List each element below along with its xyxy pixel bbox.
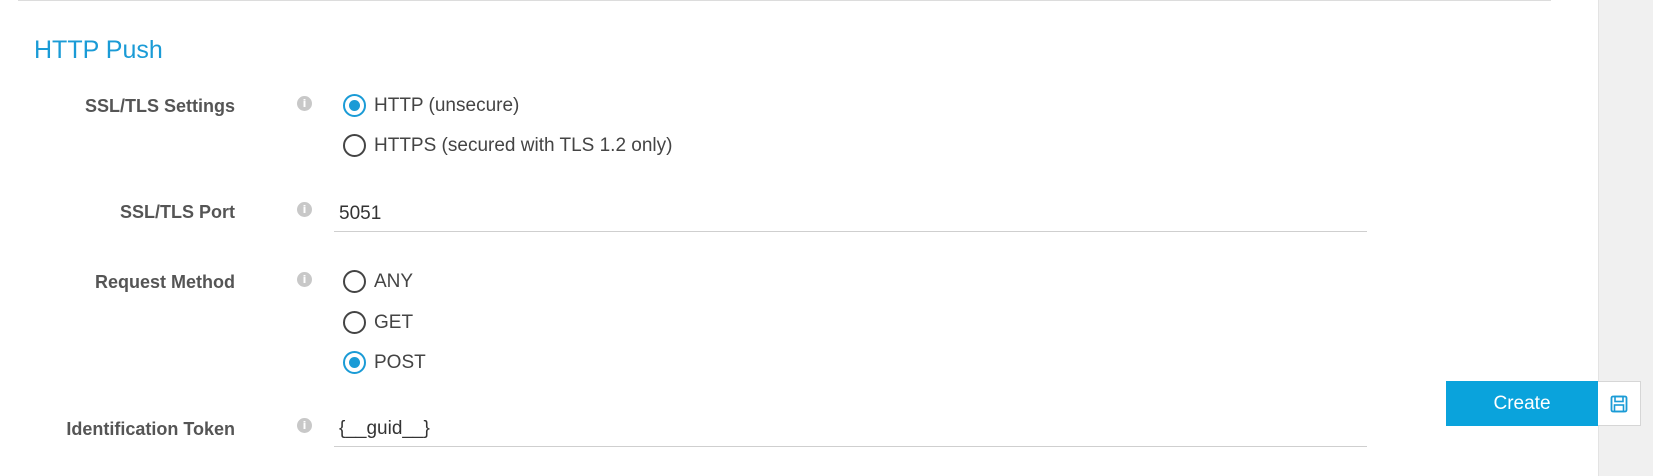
radio-http[interactable]: HTTP (unsecure) (343, 94, 519, 117)
info-icon[interactable]: i (297, 272, 312, 287)
identification-token-label: Identification Token (66, 419, 235, 439)
radio-any[interactable]: ANY (343, 270, 413, 293)
radio-label-any: ANY (374, 270, 414, 292)
radio-label-https: HTTPS (secured with TLS 1.2 only) (374, 134, 673, 156)
radio-label-get: GET (374, 311, 414, 333)
radio-button-checked[interactable] (343, 351, 366, 374)
radio-button-checked[interactable] (343, 94, 366, 117)
radio-get[interactable]: GET (343, 311, 413, 334)
main-panel: HTTP Push SSL/TLS Settings i HTTP (unsec… (0, 0, 1598, 476)
radio-button[interactable] (343, 311, 366, 334)
section-title: HTTP Push (34, 36, 163, 64)
radio-button[interactable] (343, 134, 366, 157)
top-divider (18, 0, 1551, 1)
request-method-label: Request Method (94, 272, 235, 292)
ssl-settings-label: SSL/TLS Settings (84, 96, 235, 116)
radio-post[interactable]: POST (343, 351, 426, 374)
info-icon[interactable]: i (297, 202, 312, 217)
radio-label-http: HTTP (unsecure) (374, 94, 520, 116)
radio-label-post: POST (374, 351, 426, 373)
ssl-port-input[interactable] (334, 196, 1367, 232)
ssl-port-label: SSL/TLS Port (119, 202, 235, 222)
create-button[interactable]: Create (1446, 381, 1598, 426)
info-icon[interactable]: i (297, 96, 312, 111)
info-icon[interactable]: i (297, 418, 312, 433)
identification-token-input[interactable] (334, 411, 1367, 447)
save-button[interactable] (1598, 381, 1641, 426)
radio-button[interactable] (343, 270, 366, 293)
radio-https[interactable]: HTTPS (secured with TLS 1.2 only) (343, 134, 672, 157)
floppy-disk-icon (1610, 395, 1628, 412)
